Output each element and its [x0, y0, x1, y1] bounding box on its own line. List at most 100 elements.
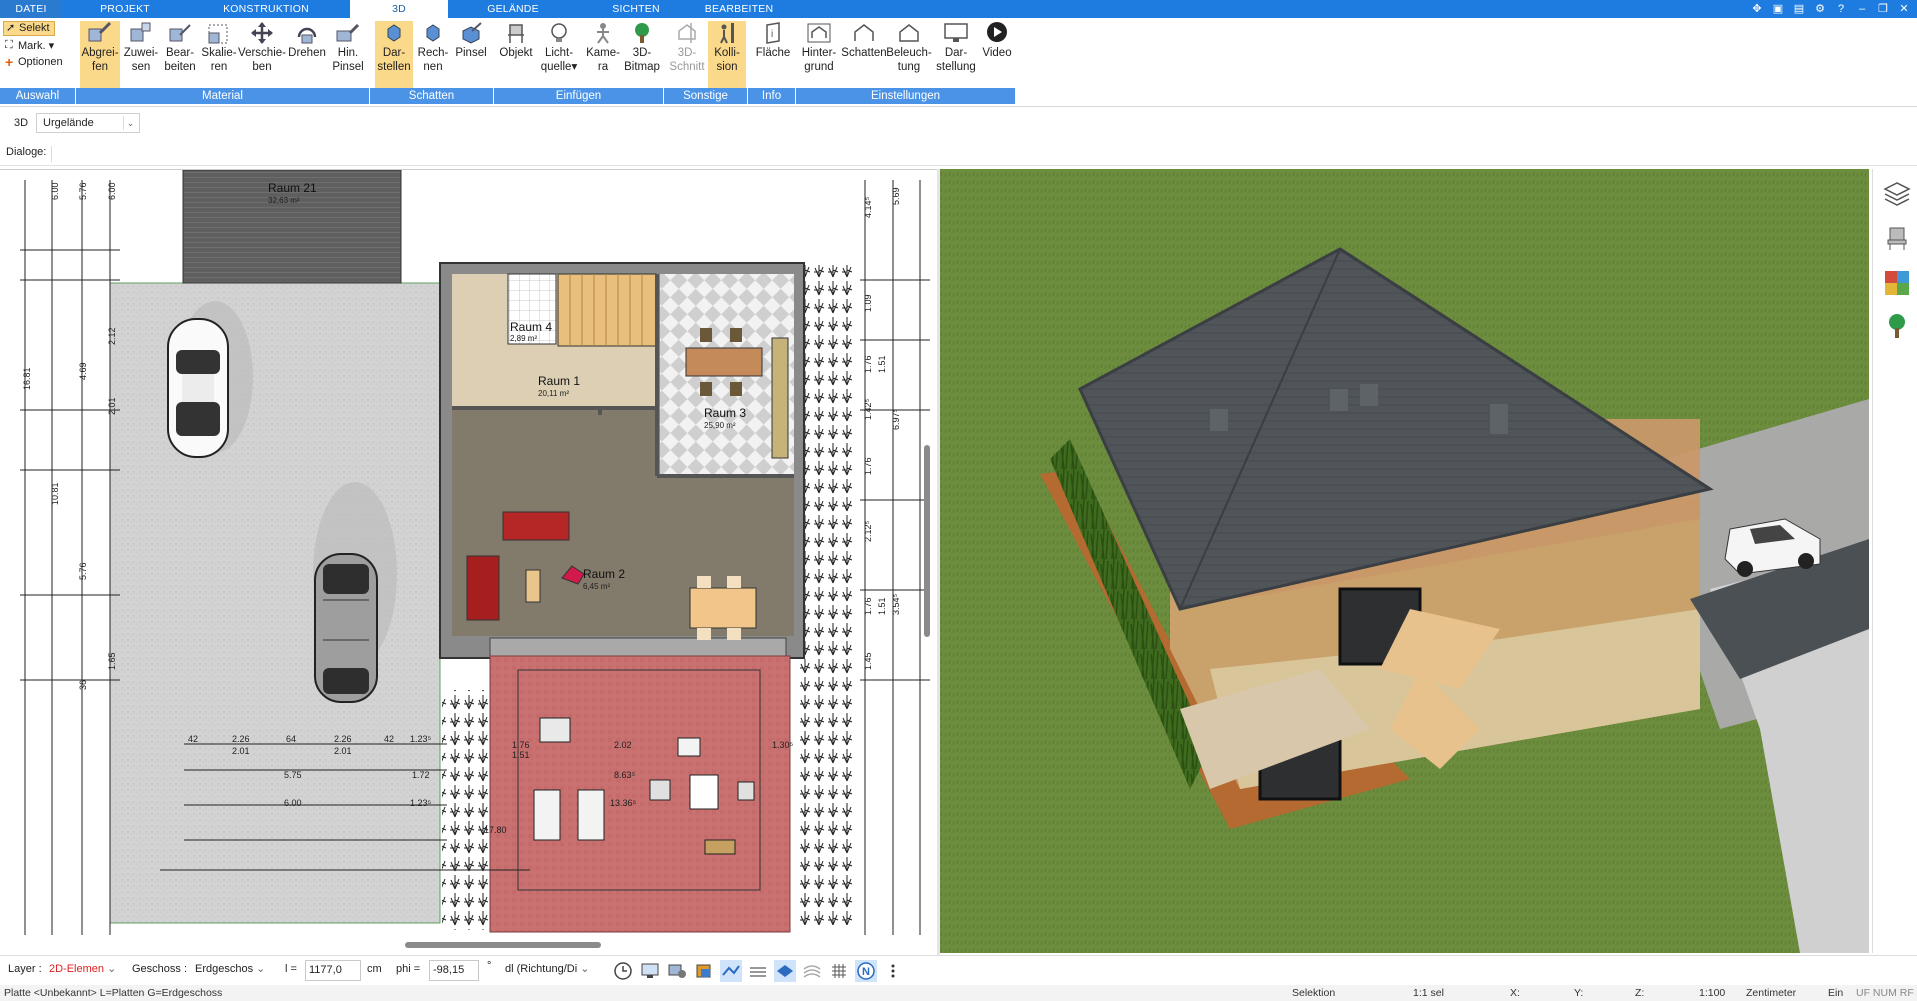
north-icon[interactable]: N [855, 960, 877, 982]
palette-icon[interactable]: ▣ [1769, 2, 1787, 17]
schatten-rechnen-button[interactable]: Rech-nen [414, 21, 452, 89]
settings-icon[interactable]: ⚙ [1811, 2, 1829, 17]
bearbeiten-label1: Bear- [165, 47, 195, 59]
lichtquelle-label1: Licht- [544, 47, 574, 59]
floor-plan-view[interactable]: Raum 21 32,63 m² Raum 4 2,89 m² Raum 1 2… [0, 169, 937, 939]
dim-right-2: 1.09 [863, 294, 873, 312]
mark-button[interactable]: ⛶ Mark. ▾ [5, 39, 54, 52]
abgreifen-button[interactable]: Abgrei-fen [80, 21, 120, 89]
furniture-icon[interactable] [1883, 224, 1911, 252]
chevron-down-icon: ⌄ [107, 963, 117, 975]
clock-icon[interactable] [612, 960, 634, 982]
restore-icon[interactable]: ❐ [1874, 2, 1892, 17]
surface-icon[interactable] [801, 960, 823, 982]
layer-select[interactable]: 2D-Elemen ⌄ [46, 960, 122, 981]
assign-material-icon [130, 22, 151, 42]
lichtquelle-button[interactable]: Licht-quelle▾ [537, 21, 581, 89]
kollision-button[interactable]: Kolli-sion [708, 21, 746, 89]
beleuchtung-button[interactable]: Beleuch-tung [886, 21, 932, 89]
dim-bottom-9: 1.72 [412, 770, 430, 780]
3d-view[interactable] [940, 169, 1869, 953]
chevron-down-icon: ▾ [571, 61, 578, 73]
darstellen-label2: stellen [377, 61, 411, 73]
phi-input[interactable]: -98,15 [429, 960, 479, 981]
group-schatten: Schatten [370, 88, 494, 104]
tab-gelaende[interactable]: GELÄNDE [452, 0, 574, 18]
close-icon[interactable]: ✕ [1895, 2, 1913, 17]
background-house-icon [807, 23, 831, 43]
help-icon[interactable]: ? [1832, 2, 1850, 17]
grid-icon[interactable] [828, 960, 850, 982]
layer-value: 2D-Elemen [49, 963, 105, 975]
dim-bottom-12: 1.76 [512, 740, 530, 750]
darstellung-label2: stellung [936, 61, 976, 73]
group-info: Info [748, 88, 796, 104]
monitor-icon[interactable] [639, 960, 661, 982]
layers-icon[interactable] [1883, 179, 1911, 207]
options-button[interactable]: + Optionen [5, 54, 63, 70]
zuweisen-button[interactable]: Zuwei-sen [121, 21, 161, 89]
terrain-dropdown[interactable]: Urgelände ⌄ [36, 113, 140, 133]
cursor-icon: ➚ [6, 22, 16, 34]
tab-3d[interactable]: 3D [350, 0, 448, 18]
status-flags: UF NUM RF [1856, 987, 1914, 999]
plan-horizontal-scrollbar[interactable] [405, 942, 601, 948]
tab-projekt[interactable]: PROJEKT [62, 0, 188, 18]
tab-sichten[interactable]: SICHTEN [574, 0, 698, 18]
group-einstellungen: Einstellungen [796, 88, 1016, 104]
bitmap3d-button[interactable]: 3D- Bitmap [621, 21, 663, 89]
schatten-darstellen-button[interactable]: Dar-stellen [375, 21, 413, 89]
materials-icon[interactable] [1883, 269, 1911, 297]
tab-konstruktion[interactable]: KONSTRUKTION [188, 0, 344, 18]
snap-curve-icon[interactable] [747, 960, 769, 982]
darstellung-button[interactable]: Dar-stellung [933, 21, 979, 89]
geschoss-select[interactable]: Erdgeschos ⌄ [192, 960, 268, 981]
minimize-icon[interactable]: – [1853, 2, 1871, 17]
chevron-down-icon: ⌄ [256, 963, 266, 975]
plan-vertical-scrollbar[interactable] [924, 445, 930, 637]
select-button[interactable]: ➚ Selekt [3, 21, 55, 36]
flaeche-button[interactable]: i Fläche [753, 21, 793, 89]
folder-icon[interactable]: ▤ [1790, 2, 1808, 17]
schatten-settings-button[interactable]: Schatten [841, 21, 887, 89]
direction-select[interactable]: dl (Richtung/Di ⌄ [502, 960, 602, 981]
view-label: 3D [14, 117, 29, 129]
package-icon[interactable] [693, 960, 715, 982]
group-material: Material [76, 88, 370, 104]
shadow-calc-icon [426, 24, 440, 42]
more-options-icon[interactable] [882, 960, 904, 982]
drehen-button[interactable]: Drehen [287, 21, 327, 89]
video-button[interactable]: Video [980, 21, 1014, 89]
tab-bearbeiten[interactable]: BEARBEITEN [698, 0, 780, 18]
skalieren-button[interactable]: Skalie-ren [199, 21, 239, 89]
section-cut-icon [678, 23, 696, 43]
geschoss-label: Geschoss : [132, 963, 188, 975]
tab-datei[interactable]: DATEI [0, 0, 62, 18]
dialog-bar: Dialoge: [0, 140, 1917, 166]
bearbeiten-button[interactable]: Bear-beiten [160, 21, 200, 89]
dim-right-1: 5.69 [891, 187, 901, 205]
tree-icon [635, 23, 649, 43]
schatten-settings-label1: Schatten [841, 47, 887, 59]
dim-bottom-17: 17.80 [484, 825, 507, 835]
snap-line-icon[interactable] [720, 960, 742, 982]
objekt-button[interactable]: Objekt [496, 21, 536, 89]
abgreifen-label1: Abgrei- [81, 47, 119, 59]
dim-bottom-7: 2.01 [334, 746, 352, 756]
grid-plane-icon[interactable] [774, 960, 796, 982]
schnitt3d-button[interactable]: 3D- Schnitt [667, 21, 707, 89]
tools-icon[interactable]: ✥ [1748, 2, 1766, 17]
edit-material-icon [169, 24, 191, 42]
hin-pinsel-button[interactable]: Hin. Pinsel [328, 21, 368, 89]
mark-icon: ⛶ [5, 39, 13, 51]
tree-icon[interactable] [1883, 312, 1911, 340]
dim-right-9: 1.76 [863, 597, 873, 615]
verschieben-button[interactable]: Verschie-ben [238, 21, 286, 89]
phi-value: -98,15 [433, 964, 465, 976]
schatten-pinsel-button[interactable]: Pinsel [452, 21, 490, 89]
kamera-button[interactable]: Kame-ra [583, 21, 623, 89]
length-input[interactable]: 1177,0 [305, 960, 361, 981]
dim-bottom-5: 1.23⁵ [410, 734, 432, 744]
hintergrund-button[interactable]: Hinter-grund [798, 21, 840, 89]
render-settings-icon[interactable] [666, 960, 688, 982]
